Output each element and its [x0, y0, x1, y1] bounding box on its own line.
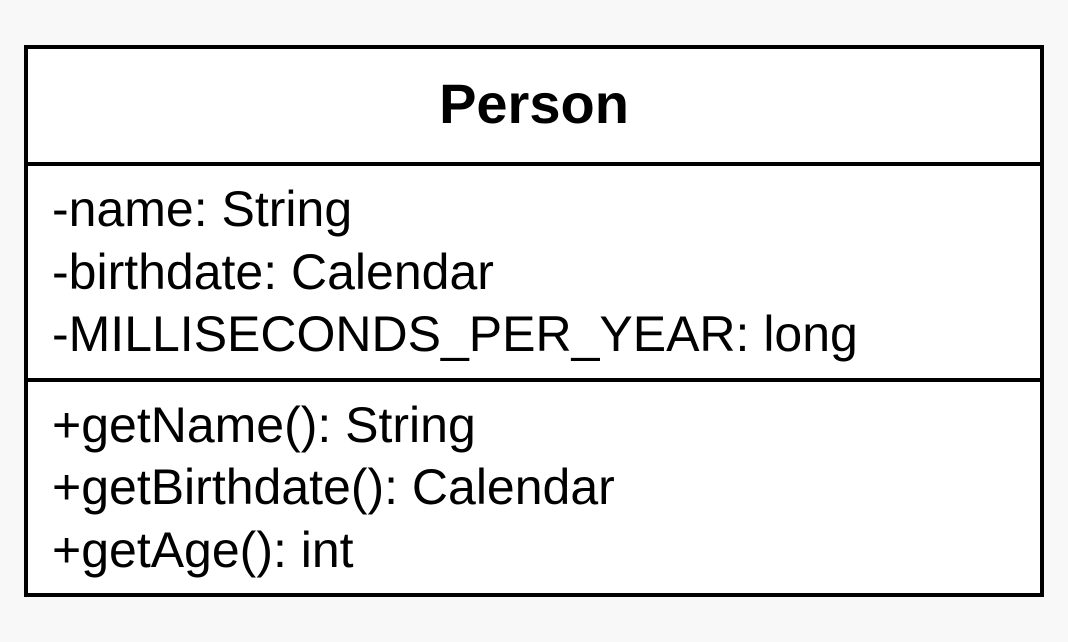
method-line: +getAge(): int [52, 519, 1016, 582]
attribute-line: -MILLISECONDS_PER_YEAR: long [52, 303, 1016, 366]
method-line: +getName(): String [52, 394, 1016, 457]
class-name-section: Person [28, 49, 1040, 162]
method-line: +getBirthdate(): Calendar [52, 456, 1016, 519]
attributes-section: -name: String -birthdate: Calendar -MILL… [28, 162, 1040, 378]
methods-section: +getName(): String +getBirthdate(): Cale… [28, 378, 1040, 594]
attribute-line: -name: String [52, 178, 1016, 241]
uml-class-box: Person -name: String -birthdate: Calenda… [24, 45, 1044, 597]
attribute-line: -birthdate: Calendar [52, 241, 1016, 304]
class-name: Person [52, 61, 1016, 150]
